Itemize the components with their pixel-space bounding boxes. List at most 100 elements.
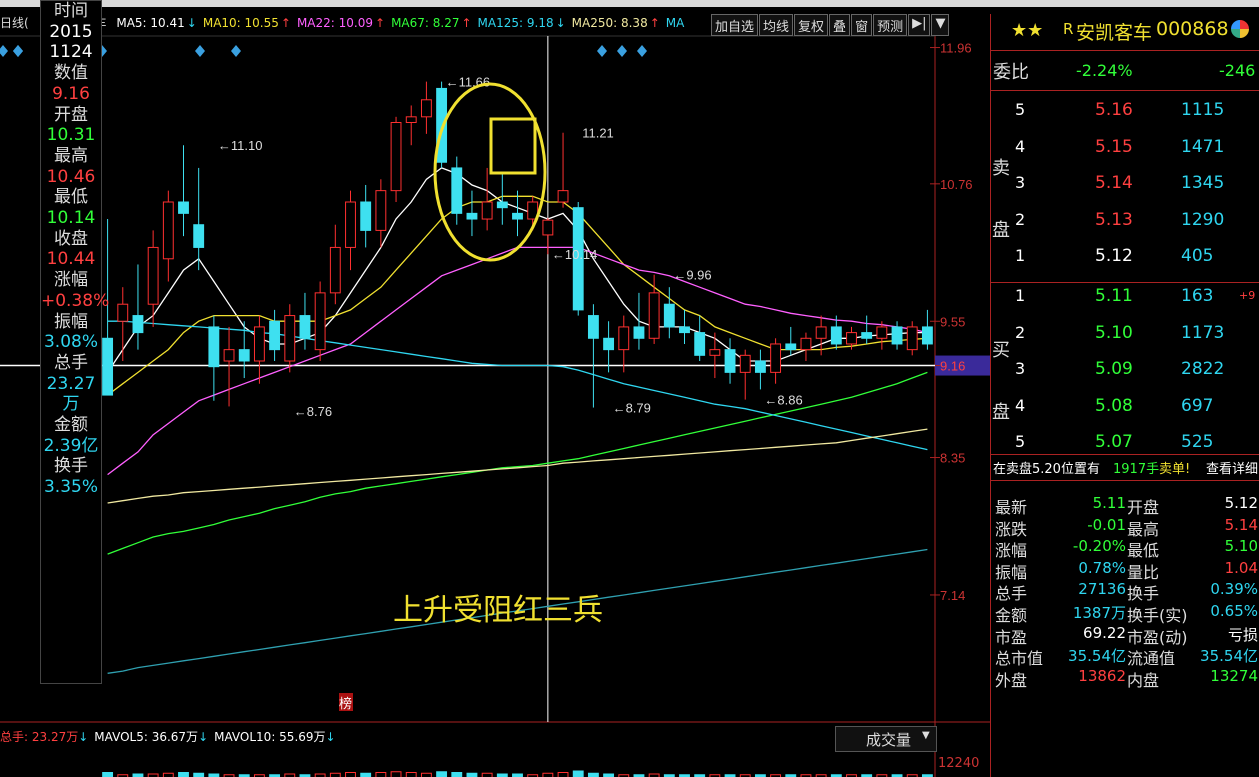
candle[interactable] <box>770 338 782 384</box>
volume-bar[interactable] <box>329 772 341 777</box>
candle[interactable] <box>891 321 903 350</box>
candle[interactable] <box>375 179 387 248</box>
event-marker-icon[interactable] <box>231 45 241 57</box>
sell-price: 5.13 <box>1095 209 1133 230</box>
candle[interactable] <box>117 287 129 361</box>
candle[interactable] <box>800 332 812 361</box>
volume-bar[interactable] <box>345 772 356 777</box>
candle[interactable] <box>360 184 372 248</box>
event-marker-icon[interactable] <box>617 45 627 57</box>
candle[interactable] <box>193 167 205 271</box>
volume-legend-bar: 总手: 23.27万↓ MAVOL5: 36.67万↓ MAVOL10: 55.69… <box>0 728 342 745</box>
volume-bar[interactable] <box>420 772 432 777</box>
info-label: 振幅 <box>54 311 88 332</box>
volume-bar[interactable] <box>572 770 584 777</box>
toolbar-button[interactable]: 加自选 <box>711 14 759 36</box>
quote-label: 换手(实) <box>1127 606 1188 625</box>
candle[interactable] <box>861 315 873 344</box>
candle[interactable] <box>785 326 797 356</box>
volume-bar[interactable] <box>451 772 463 777</box>
candle[interactable] <box>709 332 721 379</box>
candle[interactable] <box>921 309 933 350</box>
toolbar-button[interactable]: 均线 <box>759 14 794 36</box>
toolbar-button[interactable]: 叠 <box>829 14 851 36</box>
volume-bar[interactable] <box>587 772 599 777</box>
kline-chart-area[interactable]: 11.96 10.76 9.55 9.16 8.35 7.14 ←11.10 ←11.66 11… <box>0 0 990 777</box>
quote-value: 5.10 <box>1224 537 1258 556</box>
volume-bar[interactable] <box>466 772 478 777</box>
chart-period-label[interactable]: 日线( <box>0 16 29 30</box>
candle[interactable] <box>663 287 675 339</box>
volume-bar[interactable] <box>193 772 205 777</box>
candle[interactable] <box>405 105 417 146</box>
toolbar-button[interactable]: ▼ <box>931 14 950 36</box>
candle[interactable] <box>633 292 645 350</box>
globe-icon[interactable] <box>1231 20 1249 38</box>
candle[interactable] <box>724 338 736 384</box>
volume-bar[interactable] <box>405 772 417 777</box>
indicator-dropdown[interactable]: 成交量 ▼ <box>835 726 937 752</box>
candle[interactable] <box>694 315 706 361</box>
candle[interactable] <box>739 349 751 400</box>
event-marker-icon[interactable] <box>0 45 8 57</box>
ma-line-ma67 <box>107 371 928 555</box>
candle[interactable] <box>481 167 493 231</box>
toolbar-button[interactable]: 预测 <box>873 14 908 36</box>
candle[interactable] <box>223 326 235 407</box>
trend-arrow-icon: ↓ <box>198 730 209 744</box>
candle[interactable] <box>253 315 265 384</box>
event-marker-icon[interactable] <box>195 45 205 57</box>
sell-volume: 1115 <box>1181 100 1225 120</box>
price-annotation: ←8.86 <box>764 393 802 408</box>
volume-bar[interactable] <box>375 772 387 777</box>
candle[interactable] <box>587 304 599 408</box>
candle[interactable] <box>299 292 311 350</box>
toolbar-button[interactable]: 窗 <box>851 14 873 36</box>
volume-bar[interactable] <box>178 772 189 777</box>
volume-legend-item: 总手: 23.27万 <box>0 730 79 744</box>
quote-value: 13274 <box>1210 666 1258 685</box>
view-detail-link[interactable]: 查看详细 <box>1206 458 1258 477</box>
candle[interactable] <box>390 116 402 202</box>
candle[interactable] <box>314 281 326 362</box>
candle[interactable] <box>269 309 281 361</box>
trend-arrow-icon: ↓ <box>555 16 566 30</box>
volume-bar[interactable] <box>436 771 448 777</box>
candle[interactable] <box>345 190 356 271</box>
candle[interactable] <box>329 224 341 305</box>
candle[interactable] <box>284 304 296 373</box>
candle[interactable] <box>147 230 159 327</box>
quote-panel: ★★ R 安凯客车 000868 委比 -2.24% -246 卖盘 5 5.16 1115 4 5.1… <box>990 14 1259 777</box>
candle[interactable] <box>603 321 615 373</box>
volume-bar[interactable] <box>481 772 493 777</box>
toolbar-button[interactable]: ▶| <box>908 14 931 36</box>
event-marker-icon[interactable] <box>13 45 23 57</box>
candle[interactable] <box>208 315 220 401</box>
volume-bar[interactable] <box>360 772 372 777</box>
toolbar-button[interactable]: 复权 <box>794 14 829 36</box>
event-marker-icon[interactable] <box>597 45 607 57</box>
volume-bar[interactable] <box>557 772 569 777</box>
buy-price: 5.07 <box>1095 432 1133 452</box>
quote-value: 0.39% <box>1210 580 1258 599</box>
candle[interactable] <box>512 190 523 237</box>
candle[interactable] <box>178 145 189 237</box>
volume-bar[interactable] <box>162 772 174 777</box>
volume-bar[interactable] <box>102 772 114 777</box>
kline-chart-svg[interactable]: 11.96 10.76 9.55 9.16 8.35 7.14 ←11.10 ←11.66 11… <box>0 0 990 777</box>
candle[interactable] <box>420 81 432 134</box>
info-value: 3.35% <box>43 477 98 498</box>
candle[interactable] <box>451 156 463 225</box>
candle[interactable] <box>754 349 766 390</box>
candle[interactable] <box>132 264 144 350</box>
quote-value: 35.54亿 <box>1068 647 1126 666</box>
candle[interactable] <box>906 321 918 356</box>
volume-bar[interactable] <box>542 772 554 777</box>
event-marker-icon[interactable] <box>637 45 647 57</box>
volume-bar[interactable] <box>390 771 402 777</box>
candle[interactable] <box>618 315 630 373</box>
candle[interactable] <box>466 190 478 237</box>
candle[interactable] <box>679 309 690 344</box>
candle[interactable] <box>557 132 569 208</box>
candle[interactable] <box>162 190 174 282</box>
